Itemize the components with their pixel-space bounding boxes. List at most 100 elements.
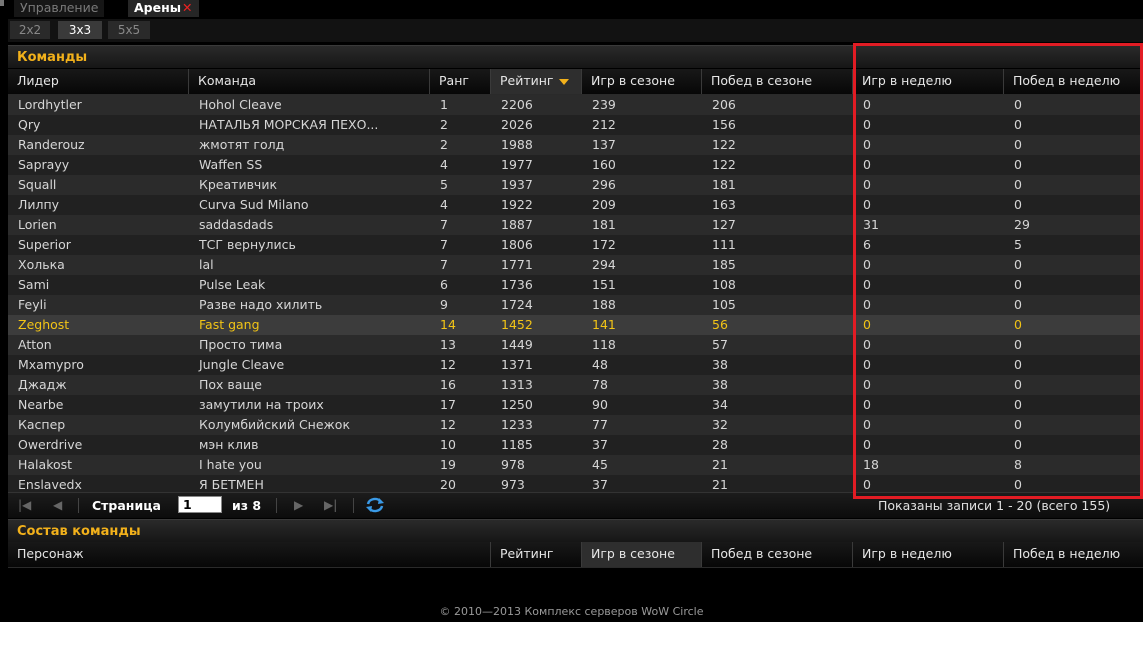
cell-games-week: 0	[863, 97, 871, 112]
col-wins-week[interactable]: Побед в неделю	[1004, 69, 1143, 94]
table-row[interactable]: Каспер Колумбийский Снежок 12 1233 77 32 0 0	[8, 415, 1143, 435]
table-row[interactable]: Sami Pulse Leak 6 1736 151 108 0 0	[8, 275, 1143, 295]
cell-wins-season: 181	[712, 177, 736, 192]
cell-games-week: 0	[863, 177, 871, 192]
cell-rating: 1988	[501, 137, 533, 152]
col-games-week[interactable]: Игр в неделю	[853, 69, 1004, 94]
page-label: Страница	[92, 498, 161, 513]
col-rank[interactable]: Ранг	[430, 69, 491, 94]
pager-separator	[78, 498, 79, 513]
cell-games-season: 37	[592, 437, 608, 452]
tab-3x3[interactable]: 3x3	[58, 21, 102, 39]
tab-manage[interactable]: Управление	[14, 0, 105, 17]
table-row[interactable]: Superior ТСГ вернулись 7 1806 172 111 6 5	[8, 235, 1143, 255]
table-row[interactable]: Mxamypro Jungle Cleave 12 1371 48 38 0 0	[8, 355, 1143, 375]
col-comp-games-week[interactable]: Игр в неделю	[853, 542, 1004, 567]
cell-team: lal	[199, 257, 214, 272]
col-wins-season[interactable]: Побед в сезоне	[702, 69, 853, 94]
cell-rank: 16	[440, 377, 456, 392]
cell-rating: 1887	[501, 217, 533, 232]
sort-desc-icon	[558, 78, 569, 85]
refresh-icon[interactable]	[364, 495, 386, 518]
composition-grid: Персонаж Рейтинг Игр в сезоне Побед в се…	[8, 542, 1143, 568]
cell-wins-week: 8	[1014, 457, 1022, 472]
cell-rating: 1452	[501, 317, 533, 332]
cell-wins-week: 0	[1014, 117, 1022, 132]
col-comp-rating[interactable]: Рейтинг	[491, 542, 582, 567]
cell-wins-week: 0	[1014, 97, 1022, 112]
table-row[interactable]: Saprayy Waffen SS 4 1977 160 122 0 0	[8, 155, 1143, 175]
cell-leader: Owerdrive	[18, 437, 83, 452]
cell-rank: 7	[440, 257, 448, 272]
last-page-icon[interactable]: ▶|	[324, 498, 337, 512]
cell-wins-season: 21	[712, 457, 728, 472]
cell-leader: Randerouz	[18, 137, 85, 152]
cell-rank: 2	[440, 137, 448, 152]
cell-games-week: 31	[863, 217, 879, 232]
col-character[interactable]: Персонаж	[8, 542, 491, 567]
cell-team: Креативчик	[199, 177, 277, 192]
cell-rating: 978	[501, 457, 525, 472]
table-row[interactable]: Atton Просто тима 13 1449 118 57 0 0	[8, 335, 1143, 355]
table-row[interactable]: Lorien saddasdads 7 1887 181 127 31 29	[8, 215, 1143, 235]
table-row[interactable]: Owerdrive мэн клив 10 1185 37 28 0 0	[8, 435, 1143, 455]
col-rating[interactable]: Рейтинг	[491, 69, 582, 94]
col-leader[interactable]: Лидер	[8, 69, 189, 94]
cell-rating: 1771	[501, 257, 533, 272]
pager-toolbar: |◀ ◀ Страница из 8 ▶ ▶| Показаны записи …	[8, 492, 1143, 518]
table-row[interactable]: Nearbe замутили на троих 17 1250 90 34 0 0	[8, 395, 1143, 415]
page-input[interactable]	[178, 496, 222, 513]
table-row[interactable]: Zeghost Fast gang 14 1452 141 56 0 0	[8, 315, 1143, 335]
teams-grid-header: Лидер Команда Ранг Рейтинг Игр в сезоне …	[8, 69, 1143, 95]
table-row[interactable]: Squall Креативчик 5 1937 296 181 0 0	[8, 175, 1143, 195]
first-page-icon[interactable]: |◀	[18, 498, 31, 512]
cell-leader: Каспер	[18, 417, 66, 432]
cell-rating: 2026	[501, 117, 533, 132]
col-comp-wins-season[interactable]: Побед в сезоне	[702, 542, 853, 567]
table-row[interactable]: Halakost I hate you 19 978 45 21 18 8	[8, 455, 1143, 475]
cell-wins-week: 0	[1014, 317, 1022, 332]
table-row[interactable]: Лилпу Curva Sud Milano 4 1922 209 163 0 0	[8, 195, 1143, 215]
table-row[interactable]: Randerouz жмотят голд 2 1988 137 122 0 0	[8, 135, 1143, 155]
cell-wins-season: 57	[712, 337, 728, 352]
tab-2x2[interactable]: 2x2	[10, 21, 50, 39]
cell-wins-season: 108	[712, 277, 736, 292]
cell-rank: 14	[440, 317, 456, 332]
tab-5x5[interactable]: 5x5	[108, 21, 150, 39]
cell-rank: 7	[440, 237, 448, 252]
col-team[interactable]: Команда	[189, 69, 430, 94]
cell-games-week: 0	[863, 377, 871, 392]
col-comp-wins-week[interactable]: Побед в неделю	[1004, 542, 1143, 567]
tab-arenas[interactable]: Арены✕	[128, 0, 199, 17]
cell-rank: 4	[440, 157, 448, 172]
cell-rank: 1	[440, 97, 448, 112]
cell-wins-week: 0	[1014, 297, 1022, 312]
cell-rating: 1185	[501, 437, 533, 452]
col-games-season[interactable]: Игр в сезоне	[582, 69, 702, 94]
cell-games-week: 0	[863, 357, 871, 372]
cell-wins-season: 34	[712, 397, 728, 412]
page-count: из 8	[232, 498, 262, 513]
next-page-icon[interactable]: ▶	[294, 498, 303, 512]
pager-separator	[276, 498, 277, 513]
cell-games-week: 0	[863, 317, 871, 332]
col-comp-games-season[interactable]: Игр в сезоне	[582, 542, 702, 567]
arena-app: Управление Арены✕ 2x2 3x3 5x5 Команды Ли…	[0, 0, 1143, 622]
table-row[interactable]: Qry НАТАЛЬЯ МОРСКАЯ ПЕХО... 2 2026 212 156 0 0	[8, 115, 1143, 135]
prev-page-icon[interactable]: ◀	[53, 498, 62, 512]
cell-wins-week: 0	[1014, 177, 1022, 192]
cell-team: Разве надо хилить	[199, 297, 323, 312]
cell-games-season: 296	[592, 177, 616, 192]
table-row[interactable]: Холька lal 7 1771 294 185 0 0	[8, 255, 1143, 275]
close-icon[interactable]: ✕	[182, 0, 192, 15]
table-row[interactable]: Lordhytler Hohol Cleave 1 2206 239 206 0 0	[8, 95, 1143, 115]
cell-team: Пох ваще	[199, 377, 262, 392]
cell-wins-week: 0	[1014, 337, 1022, 352]
cell-rank: 7	[440, 217, 448, 232]
cell-rank: 10	[440, 437, 456, 452]
bracket-tabs: 2x2 3x3 5x5	[8, 19, 1143, 42]
table-row[interactable]: Feyli Разве надо хилить 9 1724 188 105 0 0	[8, 295, 1143, 315]
cell-games-week: 0	[863, 197, 871, 212]
cell-wins-season: 156	[712, 117, 736, 132]
table-row[interactable]: Джадж Пох ваще 16 1313 78 38 0 0	[8, 375, 1143, 395]
